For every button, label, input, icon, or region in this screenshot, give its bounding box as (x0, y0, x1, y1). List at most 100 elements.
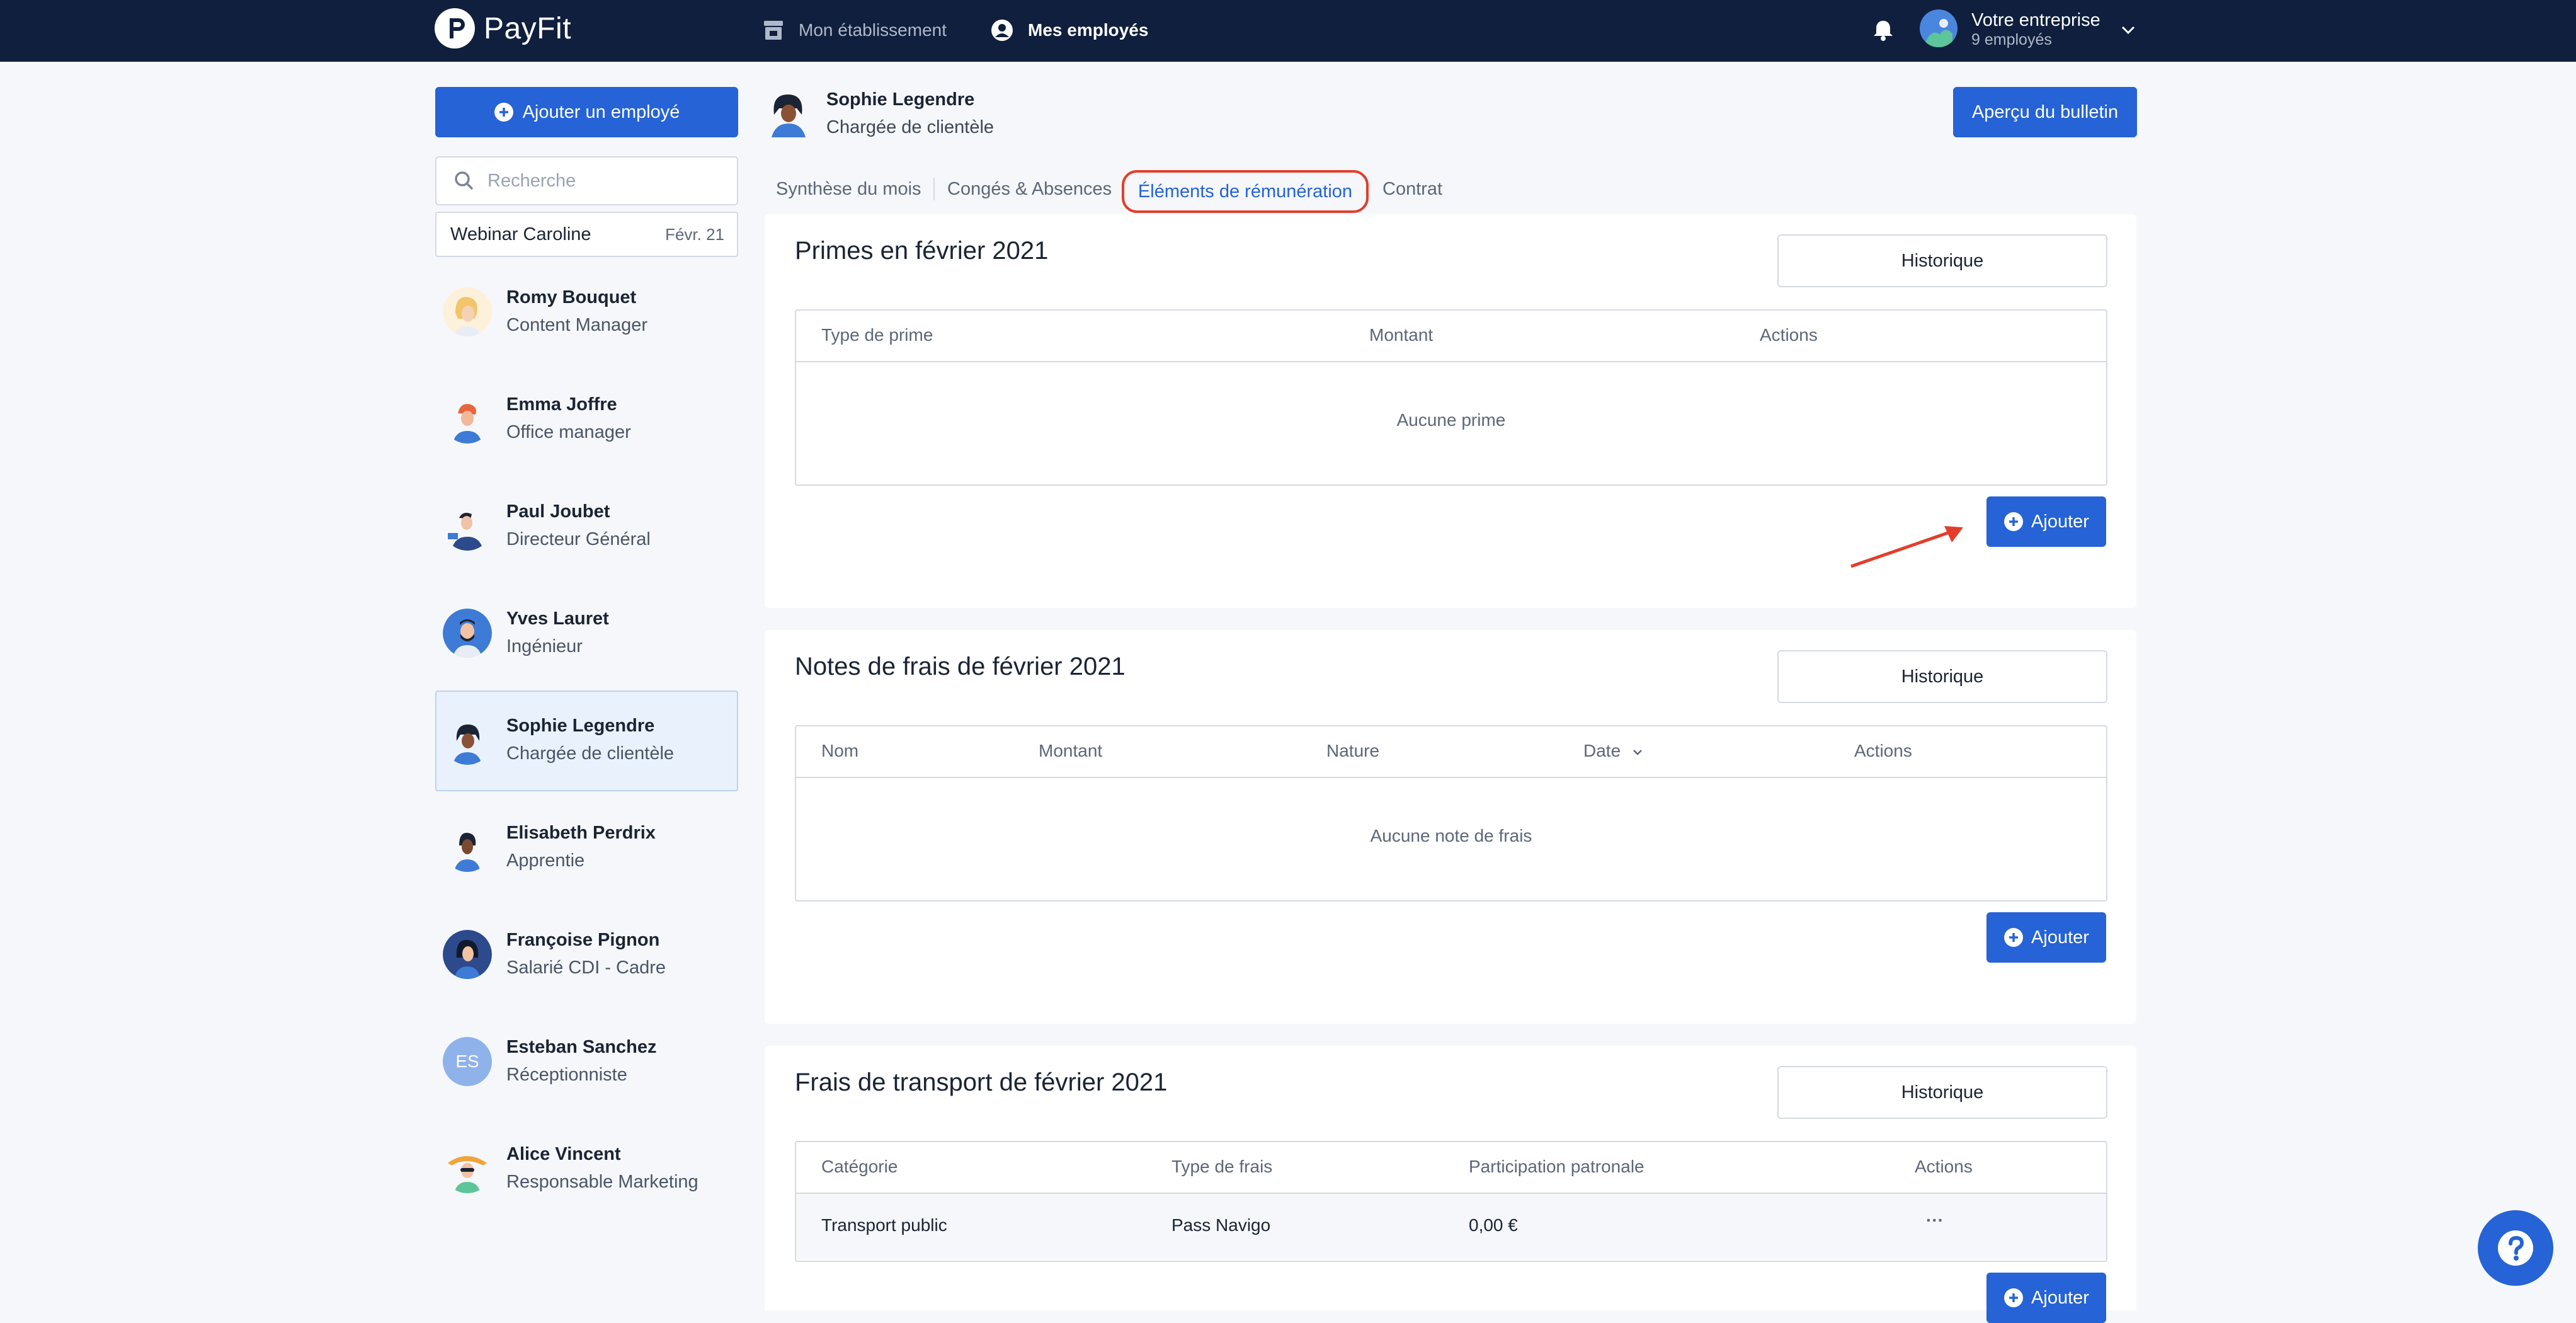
column-header: Nom (821, 741, 859, 760)
employee-item-paul-joubet[interactable]: Paul Joubet Directeur Général (435, 476, 738, 577)
employee-name: Françoise Pignon (506, 930, 660, 950)
employee-item-elisabeth-perdrix[interactable]: Elisabeth Perdrix Apprentie (435, 798, 738, 898)
search-icon (455, 171, 474, 190)
current-employee-name: Sophie Legendre (826, 89, 975, 110)
employee-name: Elisabeth Perdrix (506, 823, 656, 843)
nav-mon-etablissement[interactable]: Mon établissement (762, 14, 947, 47)
empty-state-text: Aucune note de frais (1370, 826, 1532, 845)
primes-history-button[interactable]: Historique (1777, 234, 2107, 287)
employee-name: Alice Vincent (506, 1144, 621, 1164)
notes-title: Notes de frais de février 2021 (795, 653, 1126, 680)
payslip-preview-button[interactable]: Aperçu du bulletin (1953, 87, 2137, 137)
avatar (443, 930, 492, 979)
cell-type: Pass Navigo (1171, 1215, 1271, 1235)
current-employee-avatar (765, 87, 813, 137)
filter-name: Webinar Caroline (450, 224, 591, 244)
company-name[interactable]: Votre entreprise (1971, 9, 2100, 32)
employee-name: Paul Joubet (506, 501, 610, 522)
chevron-down-icon (1633, 749, 1642, 755)
company-avatar[interactable] (1920, 9, 1958, 47)
tab-synthese-du-mois[interactable]: Synthèse du mois (776, 175, 921, 203)
tab-contrat[interactable]: Contrat (1382, 175, 1442, 203)
more-actions-icon[interactable]: ··· (1926, 1210, 1944, 1230)
employee-name: Emma Joffre (506, 394, 617, 415)
employee-item-alice-vincent[interactable]: Alice Vincent Responsable Marketing (435, 1119, 738, 1220)
column-header: Nature (1326, 741, 1380, 760)
nav-label: Mon établissement (799, 20, 947, 40)
help-button[interactable] (2478, 1210, 2553, 1286)
column-header: Montant (1039, 741, 1103, 760)
employee-role: Ingénieur (506, 636, 583, 656)
company-employee-count: 9 employés (1971, 31, 2052, 49)
add-employee-button[interactable]: Ajouter un employé (435, 87, 738, 137)
add-prime-button[interactable]: Ajouter (1986, 496, 2106, 547)
avatar-initials: ES (455, 1051, 479, 1071)
table-header: Type de prime Montant Actions (796, 311, 2106, 362)
transport-history-button[interactable]: Historique (1777, 1066, 2107, 1119)
top-bar (0, 0, 2576, 62)
payfit-logo-icon[interactable] (435, 8, 475, 49)
chevron-down-icon[interactable] (2119, 20, 2138, 39)
store-icon (764, 21, 783, 40)
avatar: ES (443, 1037, 492, 1086)
nav-mes-employes[interactable]: Mes employés (990, 14, 1148, 47)
column-header: Type de prime (821, 325, 933, 345)
avatar (443, 716, 492, 765)
add-note-button[interactable]: Ajouter (1986, 912, 2106, 963)
add-employee-label: Ajouter un employé (522, 101, 680, 122)
employee-item-yves-lauret[interactable]: Yves Lauret Ingénieur (435, 583, 738, 684)
column-header: Montant (1369, 325, 1433, 345)
bell-icon[interactable] (1871, 18, 1896, 43)
transport-table: Catégorie Type de frais Participation pa… (795, 1141, 2107, 1262)
avatar (443, 609, 492, 658)
employee-item-sophie-legendre[interactable]: Sophie Legendre Chargée de clientèle (435, 690, 738, 791)
cell-categorie: Transport public (821, 1215, 947, 1235)
annotation-arrow-icon (1850, 526, 1963, 568)
table-header: Catégorie Type de frais Participation pa… (796, 1142, 2106, 1194)
avatar (443, 1144, 492, 1193)
pay-period-filter[interactable]: Webinar Caroline Févr. 21 (435, 212, 738, 257)
employee-role: Réceptionniste (506, 1065, 627, 1085)
employee-name: Esteban Sanchez (506, 1037, 657, 1057)
avatar (443, 287, 492, 336)
search-input[interactable] (486, 161, 726, 200)
employee-name: Sophie Legendre (506, 716, 655, 736)
employee-role: Content Manager (506, 315, 648, 335)
employee-role: Directeur Général (506, 529, 651, 549)
tab-conges-absences[interactable]: Congés & Absences (947, 175, 1112, 203)
add-transport-button[interactable]: Ajouter (1986, 1273, 2106, 1323)
employee-item-esteban-sanchez[interactable]: ES Esteban Sanchez Réceptionniste (435, 1012, 738, 1113)
employee-item-emma-joffre[interactable]: Emma Joffre Office manager (435, 369, 738, 470)
employee-item-romy-bouquet[interactable]: Romy Bouquet Content Manager (435, 262, 738, 363)
table-row: Transport public Pass Navigo 0,00 € ··· (796, 1194, 2106, 1259)
tab-divider (933, 178, 935, 200)
date-sort-header[interactable]: Date (1583, 726, 1644, 776)
notes-history-button[interactable]: Historique (1777, 650, 2107, 703)
notes-de-frais-card: Notes de frais de février 2021 Historiqu… (765, 630, 2136, 1024)
tab-elements-de-remuneration[interactable]: Éléments de rémunération (1122, 170, 1369, 213)
add-label: Ajouter (2031, 1287, 2089, 1308)
current-employee-role: Chargée de clientèle (826, 117, 994, 137)
column-header: Date (1583, 741, 1621, 760)
plus-circle-icon (2004, 928, 2024, 947)
employee-role: Apprentie (506, 850, 585, 871)
filter-date: Févr. 21 (665, 224, 724, 244)
avatar (443, 501, 492, 551)
employee-item-francoise-pignon[interactable]: Françoise Pignon Salarié CDI - Cadre (435, 905, 738, 1005)
column-header: Catégorie (821, 1157, 898, 1176)
column-header: Participation patronale (1469, 1157, 1644, 1176)
employee-name: Yves Lauret (506, 609, 609, 629)
employee-role: Responsable Marketing (506, 1172, 698, 1192)
plus-circle-icon (2004, 1288, 2024, 1307)
employee-role: Office manager (506, 422, 631, 442)
transport-title: Frais de transport de février 2021 (795, 1068, 1168, 1096)
nav-label: Mes employés (1028, 20, 1149, 40)
employee-role: Salarié CDI - Cadre (506, 958, 666, 978)
column-header: Actions (1760, 325, 1818, 345)
empty-state-text: Aucune prime (1396, 410, 1506, 430)
table-header: Nom Montant Nature Date Actions (796, 726, 2106, 778)
notes-table: Nom Montant Nature Date Actions Aucune n… (795, 725, 2107, 902)
plus-circle-icon (494, 103, 513, 122)
frais-transport-card: Frais de transport de février 2021 Histo… (765, 1046, 2136, 1323)
cell-participation: 0,00 € (1469, 1215, 1518, 1235)
